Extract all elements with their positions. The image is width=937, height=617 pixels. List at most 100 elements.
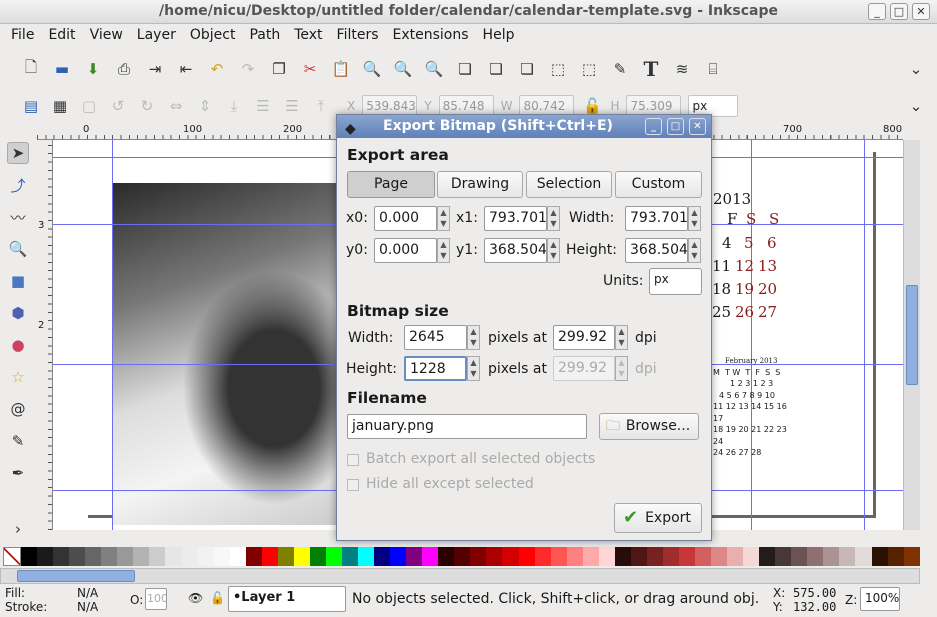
color-swatch[interactable] [743, 547, 760, 566]
visibility-eye-icon[interactable]: 👁 [188, 591, 203, 605]
menu-edit[interactable]: Edit [41, 24, 82, 48]
text-font-icon[interactable]: T [640, 57, 662, 81]
vertical-ruler[interactable]: 3 2 [37, 140, 53, 530]
rotate-cw-icon[interactable]: ↻ [136, 95, 158, 117]
color-swatch[interactable] [550, 547, 567, 566]
hide-except-checkbox[interactable] [347, 479, 359, 491]
color-swatch[interactable] [358, 547, 375, 566]
undo-icon[interactable]: ↶ [206, 58, 228, 80]
color-swatch[interactable] [37, 547, 54, 566]
color-swatch[interactable] [566, 547, 583, 566]
opacity-field[interactable]: 100 [145, 588, 167, 610]
more-chevron-icon[interactable]: ⌄ [905, 58, 927, 80]
lower-icon[interactable]: ☰ [252, 95, 274, 117]
unlink-clone-icon[interactable]: ❏ [516, 58, 538, 80]
color-swatch[interactable] [695, 547, 712, 566]
color-swatch[interactable] [181, 547, 198, 566]
color-swatch[interactable] [69, 547, 86, 566]
select-all-layers-icon[interactable]: ▦ [49, 95, 71, 117]
export-icon[interactable]: ⇤ [175, 58, 197, 80]
menu-filters[interactable]: Filters [330, 24, 386, 48]
menu-object[interactable]: Object [183, 24, 243, 48]
zoom-tool-icon[interactable]: 🔍 [7, 238, 29, 260]
raise-icon[interactable]: ☰ [281, 95, 303, 117]
rectangle-tool-icon[interactable]: ■ [7, 270, 29, 292]
color-swatch[interactable] [855, 547, 872, 566]
zoom-field[interactable]: 100% [860, 587, 900, 611]
color-swatch[interactable] [101, 547, 118, 566]
bitmap-width-spinner[interactable]: ▲ ▼ [467, 325, 480, 350]
filename-field[interactable]: january.png [347, 414, 587, 439]
color-swatch[interactable] [502, 547, 519, 566]
dialog-minimize-button[interactable]: _ [645, 118, 662, 135]
redo-icon[interactable]: ↷ [237, 58, 259, 80]
height-spinner[interactable]: ▲ ▼ [688, 238, 701, 263]
clone-icon[interactable]: ❏ [485, 58, 507, 80]
width-field[interactable]: 793.701 [625, 206, 688, 231]
menu-text[interactable]: Text [287, 24, 329, 48]
color-swatch[interactable] [839, 547, 856, 566]
color-swatch[interactable] [630, 547, 647, 566]
menu-file[interactable]: File [4, 24, 41, 48]
ungroup-icon[interactable]: ⬚ [578, 58, 600, 80]
color-swatch[interactable] [165, 547, 182, 566]
drawing-button[interactable]: Drawing [437, 171, 523, 198]
selector-tool-icon[interactable]: ➤ [7, 142, 29, 164]
more-chevron-icon[interactable]: ⌄ [905, 95, 927, 117]
color-swatch[interactable] [85, 547, 102, 566]
lower-bottom-icon[interactable]: ⤓ [223, 95, 245, 117]
color-swatch[interactable] [807, 547, 824, 566]
layers-icon[interactable]: ≋ [671, 58, 693, 80]
menu-layer[interactable]: Layer [130, 24, 183, 48]
y1-field[interactable]: 368.504 [484, 238, 547, 263]
color-swatch[interactable] [486, 547, 503, 566]
width-spinner[interactable]: ▲ ▼ [688, 206, 701, 231]
batch-export-checkbox[interactable] [347, 454, 359, 466]
dialog-title-bar[interactable]: ◆ Export Bitmap (Shift+Ctrl+E) _ □ ✕ [337, 115, 711, 138]
color-swatch[interactable] [261, 547, 278, 566]
color-swatch[interactable] [823, 547, 840, 566]
paste-icon[interactable]: 📋 [330, 58, 352, 80]
y0-spinner[interactable]: ▲ ▼ [437, 238, 450, 263]
color-palette[interactable] [3, 547, 920, 566]
color-swatch[interactable] [470, 547, 487, 566]
layer-select[interactable]: •Layer 1 [228, 586, 346, 612]
menu-path[interactable]: Path [242, 24, 287, 48]
copy-icon[interactable]: ❐ [268, 58, 290, 80]
browse-button[interactable]: 🗀 Browse... [599, 413, 699, 440]
color-swatch[interactable] [711, 547, 728, 566]
import-icon[interactable]: ⇥ [144, 58, 166, 80]
color-swatch[interactable] [117, 547, 134, 566]
flip-horizontal-icon[interactable]: ⇔ [165, 95, 187, 117]
color-swatch[interactable] [582, 547, 599, 566]
ellipse-tool-icon[interactable]: ● [7, 334, 29, 356]
node-tool-icon[interactable]: ⤴ [7, 174, 29, 196]
deselect-icon[interactable]: ▢ [78, 95, 100, 117]
color-swatch[interactable] [422, 547, 439, 566]
x1-field[interactable]: 793.701 [484, 206, 547, 231]
horizontal-scrollbar[interactable] [0, 568, 920, 584]
star-tool-icon[interactable]: ☆ [7, 366, 29, 388]
zoom-selection-icon[interactable]: 🔍 [361, 58, 383, 80]
x0-field[interactable]: 0.000 [374, 206, 437, 231]
bitmap-height-spinner[interactable]: ▲ ▼ [467, 356, 480, 381]
units-select[interactable]: px [649, 268, 702, 295]
pencil-tool-icon[interactable]: ✎ [7, 430, 29, 452]
group-icon[interactable]: ⬚ [547, 58, 569, 80]
color-swatch[interactable] [791, 547, 808, 566]
duplicate-icon[interactable]: ❏ [454, 58, 476, 80]
color-swatch[interactable] [213, 547, 230, 566]
color-swatch[interactable] [454, 547, 471, 566]
bitmap-height-field[interactable]: 1228 [404, 356, 467, 381]
color-swatch[interactable] [277, 547, 294, 566]
photo-winter-river[interactable] [113, 183, 343, 525]
no-color-swatch[interactable] [3, 547, 22, 566]
bitmap-width-field[interactable]: 2645 [404, 325, 467, 350]
color-swatch[interactable] [293, 547, 310, 566]
raise-top-icon[interactable]: ⤒ [310, 95, 332, 117]
color-swatch[interactable] [309, 547, 326, 566]
custom-button[interactable]: Custom [615, 171, 702, 198]
new-icon[interactable]: 🗋 [20, 58, 42, 80]
color-swatch[interactable] [678, 547, 696, 566]
color-swatch[interactable] [341, 547, 359, 566]
